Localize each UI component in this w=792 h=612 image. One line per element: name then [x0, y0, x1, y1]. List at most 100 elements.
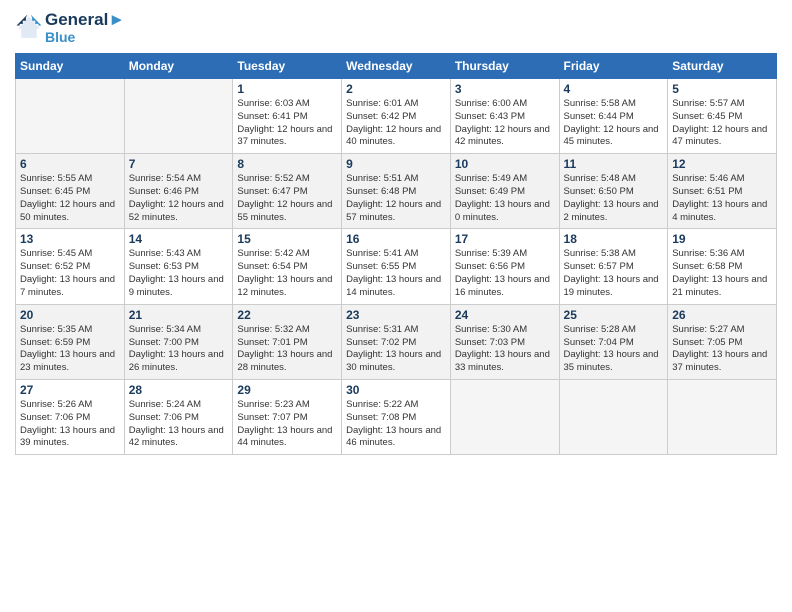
- day-number: 5: [672, 82, 772, 96]
- calendar-cell: 28 Sunrise: 5:24 AMSunset: 7:06 PMDayligh…: [124, 379, 233, 454]
- day-number: 27: [20, 383, 120, 397]
- day-info: Sunrise: 5:49 AMSunset: 6:49 PMDaylight:…: [455, 173, 555, 224]
- day-number: 1: [237, 82, 337, 96]
- day-number: 3: [455, 82, 555, 96]
- day-number: 20: [20, 308, 120, 322]
- day-info: Sunrise: 5:22 AMSunset: 7:08 PMDaylight:…: [346, 399, 446, 450]
- calendar-cell: [450, 379, 559, 454]
- calendar-cell: 25 Sunrise: 5:28 AMSunset: 7:04 PMDayligh…: [559, 304, 668, 379]
- calendar-cell: 7 Sunrise: 5:54 AMSunset: 6:46 PMDaylight…: [124, 154, 233, 229]
- day-number: 26: [672, 308, 772, 322]
- day-info: Sunrise: 5:36 AMSunset: 6:58 PMDaylight:…: [672, 248, 772, 299]
- calendar-cell: 10 Sunrise: 5:49 AMSunset: 6:49 PMDayligh…: [450, 154, 559, 229]
- calendar-cell: 21 Sunrise: 5:34 AMSunset: 7:00 PMDayligh…: [124, 304, 233, 379]
- day-info: Sunrise: 5:27 AMSunset: 7:05 PMDaylight:…: [672, 324, 772, 375]
- day-info: Sunrise: 5:54 AMSunset: 6:46 PMDaylight:…: [129, 173, 229, 224]
- day-number: 25: [564, 308, 664, 322]
- day-number: 30: [346, 383, 446, 397]
- calendar-cell: 27 Sunrise: 5:26 AMSunset: 7:06 PMDayligh…: [16, 379, 125, 454]
- calendar-cell: [559, 379, 668, 454]
- day-info: Sunrise: 5:34 AMSunset: 7:00 PMDaylight:…: [129, 324, 229, 375]
- day-info: Sunrise: 6:03 AMSunset: 6:41 PMDaylight:…: [237, 98, 337, 149]
- day-number: 11: [564, 157, 664, 171]
- day-info: Sunrise: 5:57 AMSunset: 6:45 PMDaylight:…: [672, 98, 772, 149]
- calendar-cell: 9Sunrise: 5:51 AMSunset: 6:48 PMDaylight…: [342, 154, 451, 229]
- day-number: 16: [346, 232, 446, 246]
- calendar-week-row: 13 Sunrise: 5:45 AMSunset: 6:52 PMDayligh…: [16, 229, 777, 304]
- calendar-cell: 24Sunrise: 5:30 AMSunset: 7:03 PMDayligh…: [450, 304, 559, 379]
- calendar-cell: [124, 78, 233, 153]
- day-info: Sunrise: 5:42 AMSunset: 6:54 PMDaylight:…: [237, 248, 337, 299]
- calendar-cell: 2 Sunrise: 6:01 AMSunset: 6:42 PMDaylight…: [342, 78, 451, 153]
- calendar-cell: 30 Sunrise: 5:22 AMSunset: 7:08 PMDayligh…: [342, 379, 451, 454]
- calendar-cell: 13 Sunrise: 5:45 AMSunset: 6:52 PMDayligh…: [16, 229, 125, 304]
- logo-icon: [15, 13, 43, 41]
- day-info: Sunrise: 5:35 AMSunset: 6:59 PMDaylight:…: [20, 324, 120, 375]
- weekday-header-wednesday: Wednesday: [342, 53, 451, 78]
- day-info: Sunrise: 5:32 AMSunset: 7:01 PMDaylight:…: [237, 324, 337, 375]
- weekday-header-saturday: Saturday: [668, 53, 777, 78]
- day-number: 28: [129, 383, 229, 397]
- weekday-header-friday: Friday: [559, 53, 668, 78]
- calendar-week-row: 20 Sunrise: 5:35 AMSunset: 6:59 PMDayligh…: [16, 304, 777, 379]
- calendar-cell: 12Sunrise: 5:46 AMSunset: 6:51 PMDayligh…: [668, 154, 777, 229]
- day-number: 22: [237, 308, 337, 322]
- weekday-header-sunday: Sunday: [16, 53, 125, 78]
- day-info: Sunrise: 5:55 AMSunset: 6:45 PMDaylight:…: [20, 173, 120, 224]
- calendar-cell: 23Sunrise: 5:31 AMSunset: 7:02 PMDayligh…: [342, 304, 451, 379]
- calendar-cell: 17 Sunrise: 5:39 AMSunset: 6:56 PMDayligh…: [450, 229, 559, 304]
- day-number: 8: [237, 157, 337, 171]
- day-number: 18: [564, 232, 664, 246]
- day-info: Sunrise: 6:00 AMSunset: 6:43 PMDaylight:…: [455, 98, 555, 149]
- calendar-cell: 29Sunrise: 5:23 AMSunset: 7:07 PMDayligh…: [233, 379, 342, 454]
- calendar-table: SundayMondayTuesdayWednesdayThursdayFrid…: [15, 53, 777, 455]
- header: General► Blue: [15, 10, 777, 45]
- day-info: Sunrise: 5:41 AMSunset: 6:55 PMDaylight:…: [346, 248, 446, 299]
- calendar-cell: 26 Sunrise: 5:27 AMSunset: 7:05 PMDayligh…: [668, 304, 777, 379]
- calendar-cell: 5 Sunrise: 5:57 AMSunset: 6:45 PMDaylight…: [668, 78, 777, 153]
- day-number: 24: [455, 308, 555, 322]
- day-info: Sunrise: 5:24 AMSunset: 7:06 PMDaylight:…: [129, 399, 229, 450]
- weekday-header-thursday: Thursday: [450, 53, 559, 78]
- calendar-cell: 15 Sunrise: 5:42 AMSunset: 6:54 PMDayligh…: [233, 229, 342, 304]
- day-info: Sunrise: 5:23 AMSunset: 7:07 PMDaylight:…: [237, 399, 337, 450]
- day-number: 17: [455, 232, 555, 246]
- day-info: Sunrise: 5:51 AMSunset: 6:48 PMDaylight:…: [346, 173, 446, 224]
- day-number: 10: [455, 157, 555, 171]
- day-info: Sunrise: 5:45 AMSunset: 6:52 PMDaylight:…: [20, 248, 120, 299]
- day-info: Sunrise: 5:26 AMSunset: 7:06 PMDaylight:…: [20, 399, 120, 450]
- day-number: 19: [672, 232, 772, 246]
- calendar-cell: 4 Sunrise: 5:58 AMSunset: 6:44 PMDaylight…: [559, 78, 668, 153]
- day-number: 12: [672, 157, 772, 171]
- day-info: Sunrise: 5:52 AMSunset: 6:47 PMDaylight:…: [237, 173, 337, 224]
- weekday-header-tuesday: Tuesday: [233, 53, 342, 78]
- weekday-header-monday: Monday: [124, 53, 233, 78]
- calendar-cell: [16, 78, 125, 153]
- day-info: Sunrise: 5:43 AMSunset: 6:53 PMDaylight:…: [129, 248, 229, 299]
- day-info: Sunrise: 6:01 AMSunset: 6:42 PMDaylight:…: [346, 98, 446, 149]
- day-info: Sunrise: 5:38 AMSunset: 6:57 PMDaylight:…: [564, 248, 664, 299]
- day-number: 13: [20, 232, 120, 246]
- calendar-cell: 6 Sunrise: 5:55 AMSunset: 6:45 PMDaylight…: [16, 154, 125, 229]
- day-number: 23: [346, 308, 446, 322]
- calendar-cell: 18 Sunrise: 5:38 AMSunset: 6:57 PMDayligh…: [559, 229, 668, 304]
- day-info: Sunrise: 5:58 AMSunset: 6:44 PMDaylight:…: [564, 98, 664, 149]
- day-number: 14: [129, 232, 229, 246]
- day-number: 2: [346, 82, 446, 96]
- day-number: 7: [129, 157, 229, 171]
- day-number: 21: [129, 308, 229, 322]
- calendar-cell: 3 Sunrise: 6:00 AMSunset: 6:43 PMDaylight…: [450, 78, 559, 153]
- calendar-week-row: 6 Sunrise: 5:55 AMSunset: 6:45 PMDaylight…: [16, 154, 777, 229]
- calendar-cell: 20 Sunrise: 5:35 AMSunset: 6:59 PMDayligh…: [16, 304, 125, 379]
- day-number: 4: [564, 82, 664, 96]
- day-number: 15: [237, 232, 337, 246]
- day-number: 6: [20, 157, 120, 171]
- day-info: Sunrise: 5:39 AMSunset: 6:56 PMDaylight:…: [455, 248, 555, 299]
- calendar-cell: 16 Sunrise: 5:41 AMSunset: 6:55 PMDayligh…: [342, 229, 451, 304]
- day-info: Sunrise: 5:28 AMSunset: 7:04 PMDaylight:…: [564, 324, 664, 375]
- calendar-cell: 19 Sunrise: 5:36 AMSunset: 6:58 PMDayligh…: [668, 229, 777, 304]
- day-info: Sunrise: 5:48 AMSunset: 6:50 PMDaylight:…: [564, 173, 664, 224]
- calendar-week-row: 1 Sunrise: 6:03 AMSunset: 6:41 PMDaylight…: [16, 78, 777, 153]
- logo: General► Blue: [15, 10, 125, 45]
- calendar-cell: 14 Sunrise: 5:43 AMSunset: 6:53 PMDayligh…: [124, 229, 233, 304]
